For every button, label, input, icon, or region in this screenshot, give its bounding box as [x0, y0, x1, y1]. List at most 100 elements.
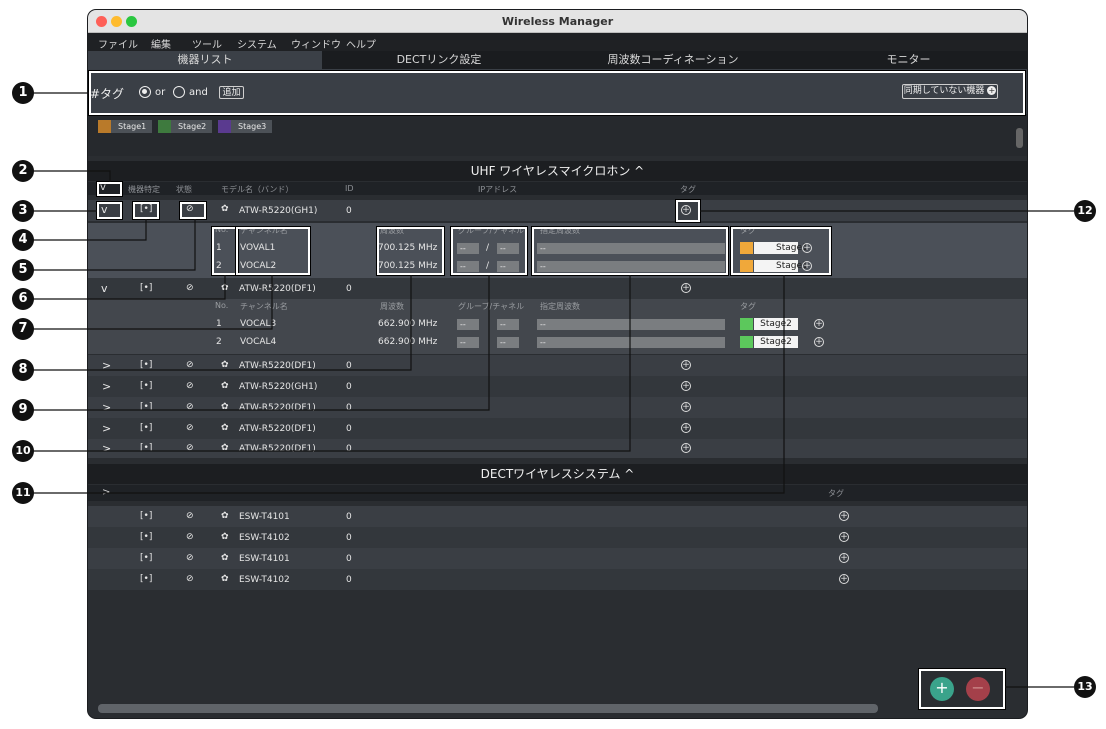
status-icon: ⊘ [186, 381, 194, 391]
channel-field[interactable]: -- [497, 319, 519, 330]
tab-device-list[interactable]: 機器リスト [88, 51, 322, 69]
menu-system[interactable]: システム [237, 36, 277, 51]
gear-icon[interactable]: ✿ [221, 532, 229, 542]
table-row[interactable]: > [•] ⊘ ✿ ATW-R5220(DF1) 0 + [88, 355, 1027, 376]
callout-box-10 [532, 227, 728, 275]
tab-dect-link[interactable]: DECTリンク設定 [322, 51, 556, 69]
add-tag-icon[interactable]: + [681, 443, 691, 453]
chevron-up-icon: ^ [634, 164, 645, 178]
chevron-right-icon[interactable]: > [102, 359, 111, 372]
chevron-right-icon[interactable]: > [102, 380, 111, 393]
table-row[interactable]: [•] ⊘ ✿ ESW-T4102 0 + [88, 569, 1027, 590]
device-id: 0 [346, 554, 352, 564]
callout-box-11 [731, 227, 831, 275]
status-icon: ⊘ [186, 283, 194, 293]
status-icon: ⊘ [186, 402, 194, 412]
dect-section-header[interactable]: DECTワイヤレスシステム ^ [88, 464, 1027, 484]
uhf-section-header[interactable]: UHF ワイヤレスマイクロホン ^ [88, 161, 1027, 181]
chevron-down-icon[interactable]: v [101, 282, 108, 295]
device-id: 0 [346, 533, 352, 543]
col-id[interactable]: ID [345, 184, 354, 193]
table-row[interactable]: v [•] ⊘ ✿ ATW-R5220(GH1) 0 + [88, 200, 1027, 221]
channel-tag[interactable]: Stage2 [740, 318, 798, 330]
identify-icon[interactable]: [•] [140, 360, 152, 370]
table-row[interactable]: [•] ⊘ ✿ ESW-T4101 0 + [88, 506, 1027, 527]
table-row[interactable]: > [•] ⊘ ✿ ATW-R5220(GH1) 0 + [88, 376, 1027, 397]
add-tag-icon[interactable]: + [839, 532, 849, 542]
tag-chip-stage2[interactable]: Stage2 [158, 120, 213, 133]
identify-icon[interactable]: [•] [140, 532, 152, 542]
identify-icon[interactable]: [•] [140, 443, 152, 453]
identify-icon[interactable]: [•] [140, 574, 152, 584]
channel-field[interactable]: -- [497, 337, 519, 348]
menu-edit[interactable]: 編集 [151, 36, 171, 51]
add-tag-icon[interactable]: + [814, 337, 824, 347]
gear-icon[interactable]: ✿ [221, 423, 229, 433]
channel-name: VOCAL4 [240, 337, 277, 347]
add-tag-icon[interactable]: + [681, 381, 691, 391]
gear-icon[interactable]: ✿ [221, 574, 229, 584]
specified-frequency-field[interactable]: -- [537, 319, 725, 330]
specified-frequency-field[interactable]: -- [537, 337, 725, 348]
dect-col-tag[interactable]: タグ [828, 488, 844, 499]
identify-icon[interactable]: [•] [140, 553, 152, 563]
add-tag-icon[interactable]: + [814, 319, 824, 329]
col-ip[interactable]: IPアドレス [478, 184, 517, 195]
table-row[interactable]: [•] ⊘ ✿ ESW-T4101 0 + [88, 548, 1027, 569]
chevron-right-icon[interactable]: > [102, 401, 111, 414]
add-tag-icon[interactable]: + [681, 423, 691, 433]
gear-icon[interactable]: ✿ [221, 553, 229, 563]
gear-icon[interactable]: ✿ [221, 511, 229, 521]
table-row[interactable]: > [•] ⊘ ✿ ATW-R5220(DF1) 0 + [88, 418, 1027, 439]
chevron-right-icon[interactable]: > [102, 422, 111, 435]
sub-col-tag: タグ [740, 302, 756, 311]
tag-color-swatch [740, 318, 753, 330]
tab-frequency-coordination[interactable]: 周波数コーディネーション [556, 51, 790, 69]
menu-tools[interactable]: ツール [192, 36, 222, 51]
identify-icon[interactable]: [•] [140, 283, 152, 293]
gear-icon[interactable]: ✿ [221, 443, 229, 453]
tag-list-scrollbar[interactable] [1016, 128, 1023, 148]
table-row[interactable]: [•] ⊘ ✿ ESW-T4102 0 + [88, 527, 1027, 548]
identify-icon[interactable]: [•] [140, 511, 152, 521]
table-row[interactable]: v [•] ⊘ ✿ ATW-R5220(DF1) 0 + [88, 278, 1027, 299]
gear-icon[interactable]: ✿ [221, 204, 229, 214]
identify-icon[interactable]: [•] [140, 402, 152, 412]
tag-chip-stage1[interactable]: Stage1 [98, 120, 153, 133]
group-field[interactable]: -- [457, 319, 479, 330]
tab-monitor[interactable]: モニター [790, 51, 1027, 69]
col-model[interactable]: モデル名（バンド） [221, 184, 293, 195]
callout-box-6 [212, 227, 238, 275]
col-tag[interactable]: タグ [680, 184, 696, 195]
gear-icon[interactable]: ✿ [221, 283, 229, 293]
chevron-right-icon[interactable]: > [102, 442, 111, 455]
horizontal-scrollbar[interactable] [98, 704, 878, 713]
table-row[interactable]: > [•] ⊘ ✿ ATW-R5220(DF1) 0 + [88, 397, 1027, 418]
add-tag-icon[interactable]: + [681, 402, 691, 412]
identify-icon[interactable]: [•] [140, 423, 152, 433]
col-status[interactable]: 状態 [176, 184, 192, 195]
gear-icon[interactable]: ✿ [221, 360, 229, 370]
col-identify[interactable]: 機器特定 [128, 184, 160, 195]
add-tag-icon[interactable]: + [839, 574, 849, 584]
device-id: 0 [346, 512, 352, 522]
add-tag-icon[interactable]: + [681, 360, 691, 370]
add-tag-icon[interactable]: + [681, 283, 691, 293]
add-tag-icon[interactable]: + [839, 511, 849, 521]
menu-file[interactable]: ファイル [98, 36, 138, 51]
channel-tag[interactable]: Stage2 [740, 336, 798, 348]
menu-window[interactable]: ウィンドウ [291, 36, 341, 51]
group-field[interactable]: -- [457, 337, 479, 348]
tag-chip-stage3[interactable]: Stage3 [218, 120, 273, 133]
callout-marker-5: 5 [12, 259, 34, 281]
table-row[interactable]: > [•] ⊘ ✿ ATW-R5220(DF1) 0 + [88, 439, 1027, 458]
gear-icon[interactable]: ✿ [221, 402, 229, 412]
device-id: 0 [346, 361, 352, 371]
identify-icon[interactable]: [•] [140, 381, 152, 391]
gear-icon[interactable]: ✿ [221, 381, 229, 391]
channel-no: 2 [216, 337, 222, 347]
menu-help[interactable]: ヘルプ [346, 36, 376, 51]
chevron-right-icon[interactable]: > [102, 487, 110, 498]
callout-box-2 [97, 182, 122, 196]
add-tag-icon[interactable]: + [839, 553, 849, 563]
